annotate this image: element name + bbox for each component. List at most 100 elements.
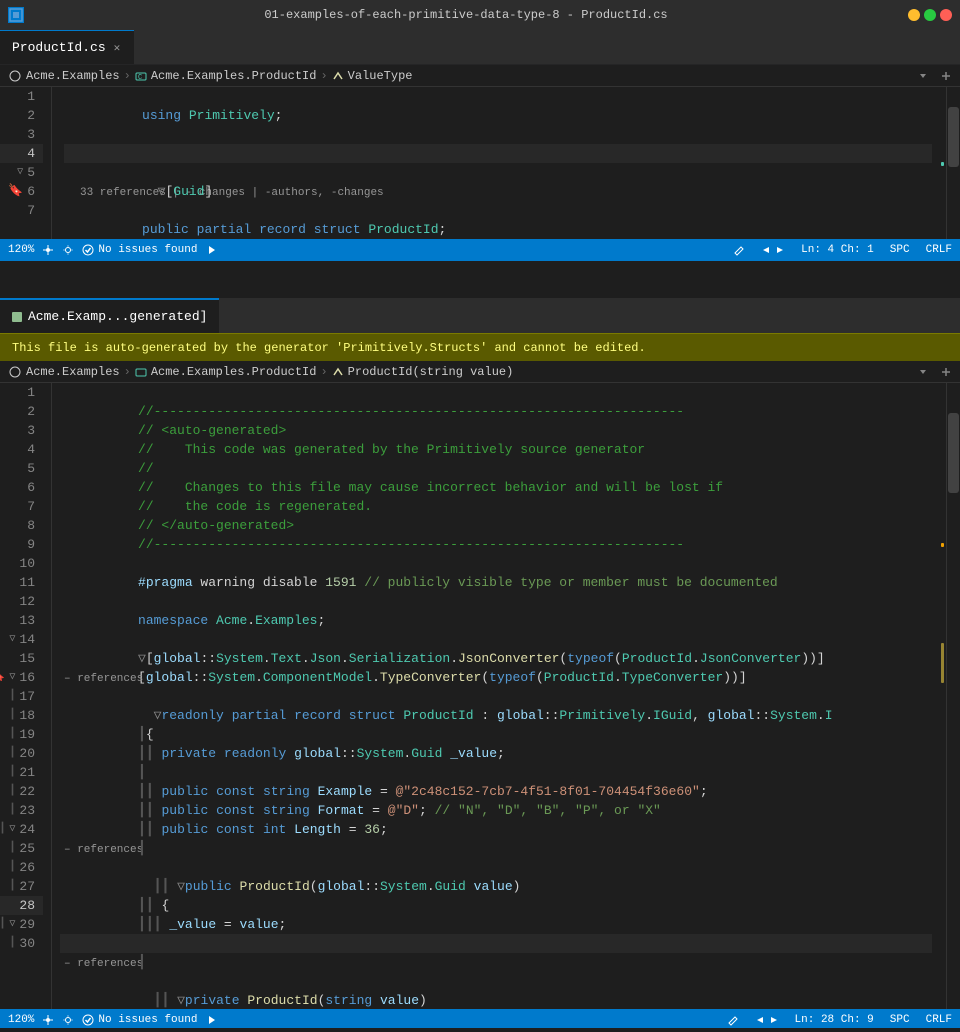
gen-status-right: Ln: 28 Ch: 9 SPC CRLF	[727, 1014, 952, 1026]
gen-gutter: 1 2 3 4 5 6 7 8 9 10 11 12 13 ▽14 15 🔖▽1…	[0, 383, 52, 1009]
git-icon	[42, 244, 54, 256]
gutter-line-4: 4	[0, 144, 43, 163]
gen-breadcrumb-sep-1: ›	[124, 365, 131, 379]
breadcrumb-add[interactable]	[940, 70, 952, 82]
encoding[interactable]: SPC	[890, 244, 910, 256]
gutter-line-2: 2	[0, 106, 43, 125]
gen-breadcrumb-type[interactable]: Acme.Examples.ProductId	[135, 365, 317, 379]
gen-gutter-15: 15	[0, 649, 43, 668]
gen-line-26: ┃┃┃ _value = value;	[60, 896, 932, 915]
code-line-3: namespace Acme.Examples;	[64, 125, 932, 144]
gutter-line-5: ▽5	[0, 163, 43, 182]
top-status-bar: 120% No issues found Ln: 4 Ch	[0, 239, 960, 261]
gen-line-18: ┃┃ private readonly global::System.Guid …	[60, 725, 932, 744]
gen-line-4: //	[60, 440, 932, 459]
gen-gutter-26: ┃26	[0, 858, 43, 877]
gen-line-22: ┃┃ public const int Length = 36;	[60, 801, 932, 820]
productid-tab[interactable]: ProductId.cs ✕	[0, 30, 134, 64]
gen-line-16: ▽readonly partial record struct ProductI…	[60, 687, 932, 706]
code-line-2	[64, 106, 932, 125]
tab-filename: ProductId.cs	[12, 40, 106, 55]
gen-line-2: // <auto-generated>	[60, 402, 932, 421]
gen-margin	[932, 383, 946, 1009]
gen-gutter-1: 1	[0, 383, 43, 402]
status-right: Ln: 4 Ch: 1 SPC CRLF	[733, 244, 952, 256]
breadcrumb-actions[interactable]	[918, 71, 928, 81]
gen-breadcrumb-namespace[interactable]: Acme.Examples	[8, 365, 120, 379]
minimize-button[interactable]	[908, 9, 920, 21]
gen-line-27: ┃┃ }	[60, 915, 932, 934]
window-controls[interactable]	[908, 9, 952, 21]
gen-line-10: #pragma warning disable 1591 // publicly…	[60, 554, 932, 573]
gen-refs-24: – references	[60, 839, 932, 858]
gen-line-15: [global::System.ComponentModel.TypeConve…	[60, 649, 932, 668]
gen-gutter-17: ┃17	[0, 687, 43, 706]
top-code-area: 1 2 3 4 ▽5 🔖 6 7 using Primitively;	[0, 87, 960, 239]
gen-gutter-12: 12	[0, 592, 43, 611]
gen-gutter-25: ┃25	[0, 839, 43, 858]
gen-scrollbar[interactable]	[946, 383, 960, 1009]
line-ending[interactable]: CRLF	[926, 244, 952, 256]
close-button[interactable]	[940, 9, 952, 21]
navigate-arrows[interactable]	[761, 245, 785, 255]
breadcrumb-member[interactable]: ValueType	[332, 69, 413, 83]
gen-breadcrumb-add[interactable]	[940, 366, 952, 378]
top-tab-bar: ProductId.cs ✕	[0, 30, 960, 65]
gen-indicator	[12, 312, 22, 322]
breadcrumb-namespace[interactable]: Acme.Examples	[8, 69, 120, 83]
gen-gutter-5: 5	[0, 459, 43, 478]
edit-icon	[733, 244, 745, 256]
gen-line-13	[60, 611, 932, 630]
top-gutter: 1 2 3 4 ▽5 🔖 6 7	[0, 87, 52, 239]
gen-tab[interactable]: Acme.Examp...generated]	[0, 298, 219, 333]
maximize-button[interactable]	[924, 9, 936, 21]
code-line-6: public partial record struct ProductId;	[64, 201, 932, 220]
top-code-content[interactable]: using Primitively; namespace Acme.Exampl…	[52, 87, 932, 239]
gen-line-24: ┃┃ ▽public ProductId(global::System.Guid…	[60, 858, 932, 877]
gen-block-29: – references ┃┃ ▽private ProductId(strin…	[60, 953, 932, 991]
gen-line-19: ┃	[60, 744, 932, 763]
top-margin	[932, 87, 946, 239]
gen-code-content[interactable]: //--------------------------------------…	[52, 383, 932, 1009]
gen-line-9	[60, 535, 932, 554]
gen-line-7: // </auto-generated>	[60, 497, 932, 516]
gen-line-28: ┃	[60, 934, 932, 953]
gen-line-ending[interactable]: CRLF	[926, 1014, 952, 1026]
gen-line-21: ┃┃ public const string Format = @"D"; //…	[60, 782, 932, 801]
gen-breadcrumb-member[interactable]: ProductId(string value)	[332, 365, 514, 379]
gen-gutter-2: 2	[0, 402, 43, 421]
gen-nav-icons	[205, 1014, 217, 1026]
gen-tab-bar: Acme.Examp...generated]	[0, 298, 960, 333]
gen-navigate-arrows[interactable]	[755, 1015, 779, 1025]
svg-text:C: C	[138, 74, 142, 82]
settings-icon[interactable]	[62, 244, 74, 256]
gen-breadcrumb-actions[interactable]	[918, 367, 928, 377]
breadcrumb-sep-2: ›	[320, 69, 327, 83]
gutter-line-3: 3	[0, 125, 43, 144]
zoom-level[interactable]: 120%	[8, 244, 34, 256]
tab-close-button[interactable]: ✕	[112, 40, 123, 56]
ln-ch: Ln: 4 Ch: 1	[801, 244, 874, 256]
gen-line-25: ┃┃ {	[60, 877, 932, 896]
gen-settings-icon[interactable]	[62, 1014, 74, 1026]
gen-line-20: ┃┃ public const string Example = @"2c48c…	[60, 763, 932, 782]
gutter-line-7: 7	[0, 201, 43, 220]
breadcrumb-type[interactable]: C Acme.Examples.ProductId	[135, 69, 317, 83]
gen-line-11	[60, 573, 932, 592]
gen-gutter-6: 6	[0, 478, 43, 497]
gen-line-3: // This code was generated by the Primit…	[60, 421, 932, 440]
gen-gutter-24: ┃▽24	[0, 820, 43, 839]
gen-status-left: 120% No issues found	[8, 1014, 217, 1026]
gen-git-icon	[42, 1014, 54, 1026]
top-scrollbar[interactable]	[946, 87, 960, 239]
gen-gutter-10: 10	[0, 554, 43, 573]
gen-zoom[interactable]: 120%	[8, 1014, 34, 1026]
code-line-4	[64, 144, 932, 163]
app-icon	[8, 7, 24, 23]
gen-gutter-20: ┃20	[0, 744, 43, 763]
gen-status-bar: 120% No issues found Ln: 28 C	[0, 1009, 960, 1028]
gen-gutter-9: 9	[0, 535, 43, 554]
gen-line-6: // the code is regenerated.	[60, 478, 932, 497]
navigate-icons	[205, 244, 217, 256]
gen-encoding[interactable]: SPC	[890, 1014, 910, 1026]
